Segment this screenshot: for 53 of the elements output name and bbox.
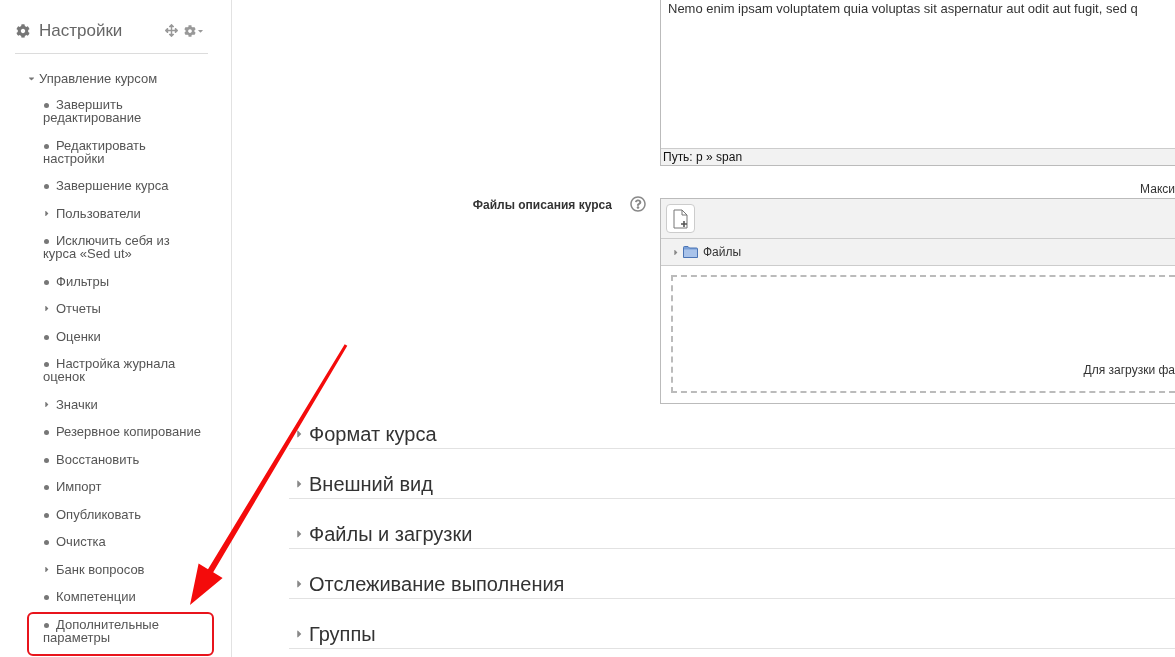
menu-link[interactable]: Оценки: [43, 329, 203, 343]
menu-link[interactable]: Дополнительные параметры: [43, 617, 203, 644]
menu-link[interactable]: Редактировать настройки: [43, 138, 203, 165]
bullet-icon: [44, 485, 49, 491]
settings-menu-button[interactable]: [184, 24, 204, 37]
field-label: Файлы описания курса: [472, 198, 612, 212]
bullet-icon: [44, 362, 49, 368]
tree-node[interactable]: Банк вопросов: [43, 562, 145, 576]
menu-link[interactable]: Исключить себя из курса «Sed ut»: [43, 234, 203, 260]
folder-link[interactable]: Файлы: [703, 245, 742, 259]
bullet-icon: [44, 334, 49, 340]
add-file-button[interactable]: [666, 204, 695, 233]
file-plus-icon: [672, 208, 689, 229]
bullet-icon: [44, 239, 49, 245]
bullet-icon: [44, 430, 49, 436]
section-toggle[interactable]: Группы: [296, 622, 376, 646]
menu-link[interactable]: Настройка журнала оценок: [43, 357, 203, 383]
menu-link[interactable]: Опубликовать: [43, 507, 203, 521]
bullet-icon: [44, 457, 49, 463]
bullet-icon: [44, 512, 49, 518]
menu-link[interactable]: Импорт: [43, 480, 203, 493]
bullet-icon: [44, 595, 49, 601]
editor-path-bar: Путь: p » span: [661, 148, 1175, 165]
bullet-icon: [44, 184, 49, 190]
tree-node[interactable]: Пользователи: [43, 206, 141, 220]
bullet-icon: [44, 143, 49, 149]
drop-zone[interactable]: Для загрузки фа: [671, 275, 1175, 393]
menu-link[interactable]: Фильтры: [43, 274, 203, 288]
help-icon[interactable]: [630, 196, 646, 212]
tree-node[interactable]: Отчеты: [43, 302, 101, 315]
settings-icon: [184, 24, 196, 37]
menu-link[interactable]: Компетенции: [43, 590, 203, 603]
menu-link[interactable]: Восстановить: [43, 452, 203, 466]
menu-link[interactable]: Очистка: [43, 535, 203, 548]
section-toggle[interactable]: Отслеживание выполнения: [296, 572, 565, 596]
bullet-icon: [44, 540, 49, 546]
bullet-icon: [44, 622, 49, 628]
sidebar-title: Настройки: [39, 19, 124, 42]
move-icon[interactable]: [165, 24, 178, 37]
section-toggle[interactable]: Внешний вид: [296, 472, 433, 496]
section-toggle[interactable]: Файлы и загрузки: [296, 522, 473, 546]
bullet-icon: [44, 279, 49, 285]
menu-link[interactable]: Резервное копирование: [43, 425, 203, 438]
tree-node[interactable]: Значки: [43, 397, 98, 411]
tree-node[interactable]: Управление курсом: [28, 72, 158, 85]
section-toggle[interactable]: Формат курса: [296, 422, 437, 446]
menu-link[interactable]: Завершение курса: [43, 179, 203, 192]
gear-icon: [16, 23, 30, 38]
drop-hint: Для загрузки фа: [1083, 363, 1175, 377]
menu-link[interactable]: Завершить редактирование: [43, 98, 203, 124]
max-size-note: Макси: [1140, 182, 1175, 196]
folder-icon: [683, 246, 698, 258]
bullet-icon: [44, 103, 49, 109]
